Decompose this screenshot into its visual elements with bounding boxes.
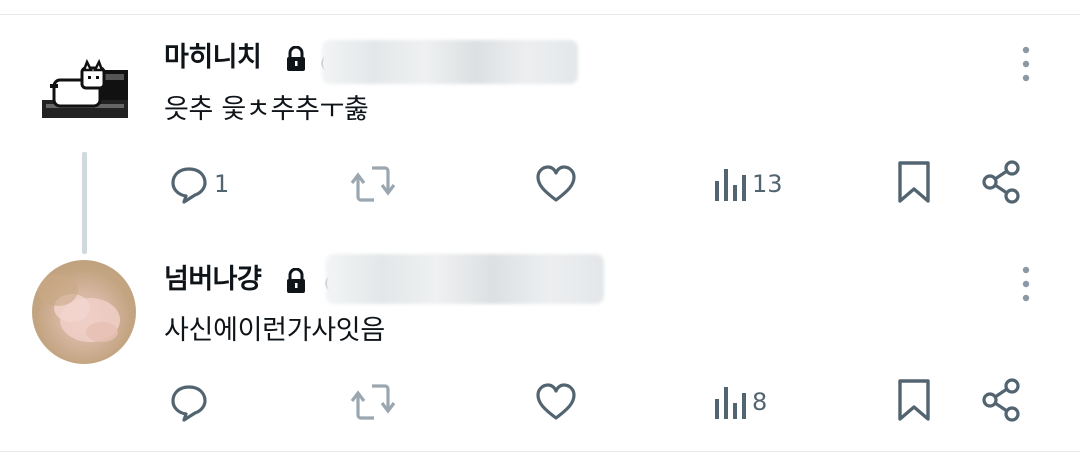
avatar-pixel-cat[interactable] [32, 40, 136, 144]
tweet-text: 읏추 읓ㅊ추추ㅜ춣 [164, 94, 369, 125]
share-button[interactable] [980, 378, 1024, 422]
bookmark-button[interactable] [894, 378, 934, 422]
views-icon [715, 387, 746, 419]
retweet-button[interactable] [350, 162, 396, 206]
lock-icon [287, 268, 305, 293]
like-button[interactable] [534, 380, 578, 424]
share-icon [982, 160, 1020, 204]
handle-redacted [322, 40, 578, 84]
like-button[interactable] [534, 162, 578, 206]
handle-redacted [326, 254, 604, 304]
views-icon [715, 169, 746, 201]
tweet-1[interactable]: 마히니치 @ 읏추 읓ㅊ추추ㅜ춣 1 [0, 0, 1080, 230]
bookmark-icon [898, 379, 930, 421]
more-vertical-icon[interactable] [1016, 264, 1036, 304]
reply-icon [171, 385, 207, 422]
tweet-2[interactable]: 넘버나걍 @ 사신에이런가사잇음 [0, 230, 1080, 451]
reply-count: 1 [214, 170, 230, 198]
pixel-cat-computer-icon [42, 58, 128, 118]
avatar-photo[interactable] [32, 260, 136, 364]
share-button[interactable] [980, 160, 1024, 204]
bookmark-button[interactable] [894, 160, 934, 204]
bookmark-icon [898, 161, 930, 203]
photo-avatar [38, 274, 120, 342]
retweet-icon [350, 384, 396, 420]
retweet-button[interactable] [350, 380, 396, 424]
display-name[interactable]: 마히니치 [164, 42, 262, 74]
bottom-divider [0, 451, 1080, 452]
lock-icon [287, 46, 305, 71]
like-icon [536, 165, 576, 202]
display-name[interactable]: 넘버나걍 [164, 264, 262, 296]
reply-button[interactable] [168, 380, 210, 424]
views-count: 8 [752, 388, 768, 416]
retweet-icon [350, 166, 396, 202]
views-button[interactable]: 8 [712, 380, 767, 424]
views-button[interactable]: 13 [712, 162, 783, 206]
tweet-text: 사신에이런가사잇음 [164, 315, 385, 346]
more-vertical-icon[interactable] [1016, 44, 1036, 84]
views-count: 13 [752, 170, 783, 198]
share-icon [982, 378, 1020, 422]
like-icon [536, 383, 576, 420]
reply-button[interactable]: 1 [168, 162, 229, 206]
reply-icon [171, 167, 207, 204]
